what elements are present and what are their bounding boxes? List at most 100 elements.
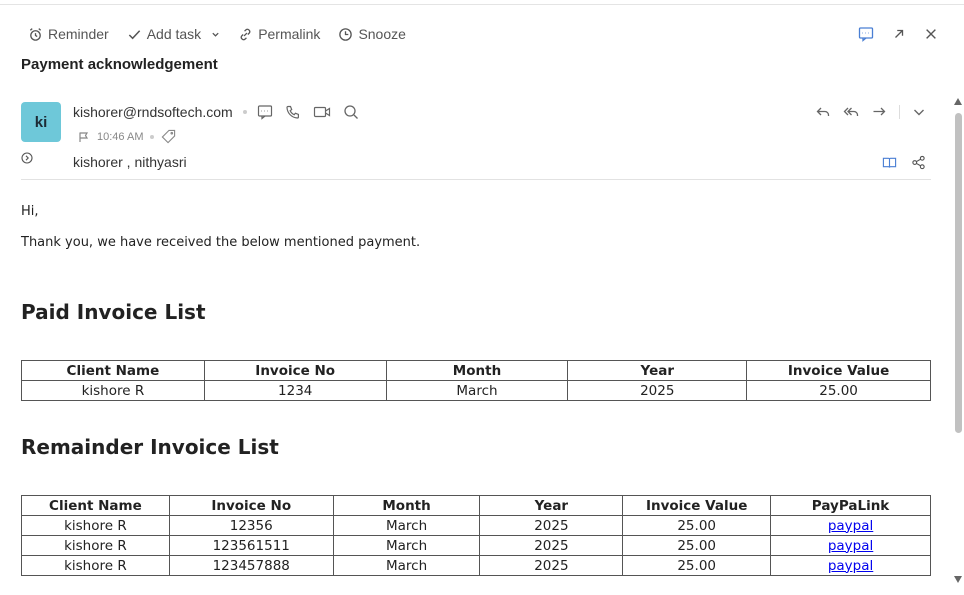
chevron-down-icon [212, 32, 219, 37]
alarm-clock-icon [29, 27, 42, 41]
popout-icon[interactable] [892, 27, 906, 41]
read-mode-icon[interactable] [882, 155, 897, 170]
sender-email[interactable]: kishorer@rndsoftech.com [73, 104, 233, 120]
separator-dot [242, 110, 247, 114]
table-cell: kishore R [21, 535, 170, 556]
greeting-text: Hi, [21, 204, 39, 219]
close-icon[interactable] [924, 27, 938, 41]
column-header: Year [567, 360, 748, 381]
table-cell: 12356 [168, 515, 334, 536]
paypal-link[interactable]: paypal [828, 538, 873, 554]
table-cell: 1234 [203, 380, 387, 401]
table-cell: kishore R [21, 555, 170, 576]
window-controls [858, 26, 938, 42]
table-header-row: Client Name Invoice No Month Year Invoic… [21, 495, 931, 516]
message-time: 10:46 AM [97, 130, 144, 143]
snooze-label: Snooze [358, 26, 406, 42]
column-header: Invoice No [168, 495, 334, 516]
table-row: kishore R 123457888 March 2025 25.00 pay… [21, 555, 931, 576]
share-icon[interactable] [911, 155, 926, 170]
clock-icon [339, 27, 353, 41]
flag-icon[interactable] [78, 131, 90, 143]
message-meta: 10:46 AM [78, 129, 176, 144]
column-header: Month [332, 495, 481, 516]
email-subject: Payment acknowledgement [21, 56, 218, 73]
sender-row: kishorer@rndsoftech.com [73, 104, 359, 120]
table-header-row: Client Name Invoice No Month Year Invoic… [21, 360, 931, 381]
table-cell: paypal [770, 515, 931, 536]
message-secondary-actions [882, 155, 926, 170]
table-cell: 2025 [479, 515, 624, 536]
mail-toolbar: Reminder Add task Permalink Snooze [28, 24, 424, 44]
table-cell: March [332, 535, 481, 556]
chat-icon[interactable] [858, 26, 874, 42]
column-header: Invoice Value [746, 360, 931, 381]
video-icon[interactable] [313, 104, 331, 120]
forward-icon[interactable] [871, 104, 887, 120]
table-cell: 25.00 [622, 555, 772, 576]
table-row: kishore R 12356 March 2025 25.00 paypal [21, 515, 931, 536]
table-row: kishore R 123561511 March 2025 25.00 pay… [21, 535, 931, 556]
reply-all-icon[interactable] [843, 104, 859, 120]
table-cell: 2025 [479, 535, 624, 556]
email-body: Hi, Thank you, we have received the belo… [21, 204, 931, 576]
snooze-button[interactable]: Snooze [338, 26, 406, 42]
column-header: Invoice Value [622, 495, 772, 516]
avatar[interactable]: ki [21, 102, 61, 142]
chat-icon[interactable] [257, 104, 273, 120]
table-cell: 2025 [479, 555, 624, 576]
table-cell: paypal [770, 555, 931, 576]
table-cell: 25.00 [746, 380, 931, 401]
table-row: kishore R 1234 March 2025 25.00 [21, 380, 931, 401]
expand-details-icon[interactable] [21, 152, 33, 164]
reminder-button[interactable]: Reminder [28, 26, 109, 42]
sender-actions [257, 104, 359, 120]
search-icon[interactable] [343, 104, 359, 120]
chevron-down-icon[interactable] [912, 105, 926, 119]
divider [899, 105, 900, 119]
scroll-down-arrow[interactable] [954, 576, 962, 583]
separator-dot [150, 134, 155, 139]
table-cell: 25.00 [622, 535, 772, 556]
table-cell: March [385, 380, 569, 401]
recipients[interactable]: kishorer , nithyasri [73, 154, 187, 170]
table-cell: 2025 [567, 380, 748, 401]
column-header: Client Name [21, 360, 205, 381]
top-border [0, 4, 964, 5]
reminder-label: Reminder [48, 26, 109, 42]
add-task-button[interactable]: Add task [127, 26, 201, 42]
tag-icon[interactable] [161, 129, 176, 144]
table-cell: kishore R [21, 380, 205, 401]
column-header: PayPaLink [770, 495, 931, 516]
table-cell: 123561511 [168, 535, 334, 556]
message-actions [815, 104, 926, 120]
table-cell: March [332, 515, 481, 536]
remainder-invoice-table: Client Name Invoice No Month Year Invoic… [21, 495, 931, 576]
permalink-button[interactable]: Permalink [238, 26, 320, 42]
add-task-label: Add task [146, 26, 202, 42]
column-header: Year [479, 495, 624, 516]
remainder-invoice-heading: Remainder Invoice List [21, 435, 279, 459]
header-divider [21, 179, 931, 180]
table-cell: March [332, 555, 481, 576]
message-text: Thank you, we have received the below me… [21, 235, 421, 250]
checkmark-icon [128, 29, 140, 39]
table-cell: kishore R [21, 515, 170, 536]
add-task-dropdown[interactable] [211, 30, 220, 39]
phone-icon[interactable] [285, 104, 301, 120]
table-cell: 123457888 [168, 555, 334, 576]
table-cell: 25.00 [622, 515, 772, 536]
column-header: Month [385, 360, 569, 381]
paypal-link[interactable]: paypal [828, 518, 873, 534]
paid-invoice-table: Client Name Invoice No Month Year Invoic… [21, 360, 931, 401]
paypal-link[interactable]: paypal [828, 558, 873, 574]
scrollbar-thumb[interactable] [955, 113, 962, 433]
link-icon [240, 28, 251, 40]
paid-invoice-heading: Paid Invoice List [21, 300, 206, 324]
scroll-up-arrow[interactable] [954, 98, 962, 105]
column-header: Invoice No [203, 360, 387, 381]
permalink-label: Permalink [258, 26, 321, 42]
table-cell: paypal [770, 535, 931, 556]
column-header: Client Name [21, 495, 170, 516]
reply-icon[interactable] [815, 104, 831, 120]
